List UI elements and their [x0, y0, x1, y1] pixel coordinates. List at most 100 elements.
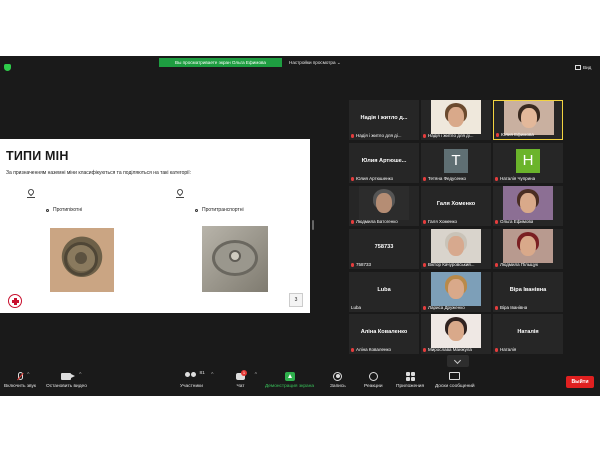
muted-mic-icon: [351, 262, 354, 267]
zoom-window: Вы просматриваете экран Ольга Ефимова На…: [0, 56, 600, 396]
whiteboards-button[interactable]: Доски сообщений: [435, 371, 475, 389]
participant-video: [431, 272, 481, 306]
muted-mic-icon: [17, 372, 23, 380]
participant-label: Надія і житло для ді...: [351, 133, 402, 138]
participant-video: [503, 229, 553, 263]
participant-name: Luba: [377, 287, 391, 293]
muted-mic-icon: [495, 219, 498, 224]
participant-label: Людмила Пільщук: [495, 262, 538, 267]
muted-mic-icon: [351, 347, 354, 352]
pin-base-icon: [27, 196, 35, 198]
participant-tile[interactable]: Галя Хоменко Галя Хоменко: [421, 186, 491, 226]
participant-label: Віктор Качуровський...: [423, 262, 475, 267]
share-screen-label: Демонстрация экрана: [265, 384, 315, 389]
avatar: T: [444, 149, 468, 173]
participant-label-text: Luba: [351, 305, 362, 310]
leave-button[interactable]: Выйти: [566, 376, 594, 388]
participant-tile[interactable]: Надія і житло для ді...: [421, 100, 491, 140]
participant-tile[interactable]: Людмила Батогенко: [349, 186, 419, 226]
participant-label: Мирослава Манжула: [423, 347, 472, 352]
caret-up-icon[interactable]: ^: [27, 372, 29, 378]
camera-icon: [61, 372, 76, 380]
participant-tile[interactable]: Н Наталія Чуприна: [493, 143, 563, 183]
participant-label: Наталія: [495, 347, 516, 352]
caret-up-icon[interactable]: ^: [79, 372, 81, 378]
muted-mic-icon: [351, 219, 354, 224]
avatar: Н: [516, 149, 540, 173]
participant-label: Юлия Ефимова: [496, 132, 534, 137]
participant-label-text: Наталія Чуприна: [500, 176, 536, 181]
muted-mic-icon: [496, 132, 499, 137]
participant-label: Людмила Батогенко: [351, 219, 398, 224]
participants-button[interactable]: 81 ^ Участники: [180, 371, 213, 389]
screen-share-banner: Вы просматриваете экран Ольга Ефимова: [159, 58, 282, 67]
chat-badge: 1: [241, 369, 247, 376]
antipersonnel-mine-photo: [50, 228, 114, 292]
participant-label-text: Аліна Коваленко: [356, 347, 391, 352]
meeting-toolbar: ^ Включить звук ^ Остановить видео 81 ^ У…: [0, 368, 600, 396]
map-pin-icon: [26, 187, 36, 197]
participant-tile[interactable]: Віктор Качуровський...: [421, 229, 491, 269]
participant-tile[interactable]: Юлия Артюше... Юлия Артюшенко: [349, 143, 419, 183]
share-screen-button[interactable]: Демонстрация экрана: [265, 371, 314, 389]
split-divider-handle[interactable]: [312, 220, 314, 230]
reactions-button[interactable]: Реакции: [364, 371, 383, 389]
view-options-menu[interactable]: Настройки просмотра ⌄: [289, 58, 341, 67]
participant-tile[interactable]: Luba Luba: [349, 272, 419, 312]
participant-label: Віра Іванівна: [495, 305, 527, 310]
participant-label: Наталія Чуприна: [495, 176, 535, 181]
muted-mic-icon: [495, 262, 498, 267]
participant-label-text: Надія і житло для ді...: [428, 133, 474, 138]
unmute-button[interactable]: ^ Включить звук: [4, 371, 36, 389]
chat-button[interactable]: 1 ^ Чат: [236, 369, 257, 389]
shared-slide: ТИПИ МІН За призначенням наземні міни кл…: [0, 139, 310, 313]
participant-label: Галя Хоменко: [423, 219, 457, 224]
caret-up-icon[interactable]: ^: [255, 372, 257, 378]
bullet-item-antipersonnel: Протипіхотні: [46, 207, 82, 213]
participant-tile[interactable]: Аліна Коваленко Аліна Коваленко: [349, 314, 419, 354]
participant-name: 758733: [374, 244, 394, 250]
participant-label-text: Надія і житло для ді...: [356, 133, 402, 138]
participant-tile[interactable]: Надія і житло д... Надія і житло для ді.…: [349, 100, 419, 140]
participant-video: [359, 186, 409, 220]
participant-label-text: Ольга Ефимова: [500, 219, 534, 224]
stop-video-button[interactable]: ^ Остановить видео: [46, 371, 87, 389]
participant-video: [431, 100, 481, 134]
bullet-dot-icon: [46, 208, 49, 212]
participant-name: Юлия Артюше...: [361, 158, 407, 164]
apps-button[interactable]: Приложения: [396, 371, 424, 389]
participant-tile[interactable]: Лариса Друженко: [421, 272, 491, 312]
participant-name: Наталія: [517, 329, 539, 335]
caret-up-icon[interactable]: ^: [211, 372, 213, 378]
participant-tile[interactable]: T Тетяна Федусенко: [421, 143, 491, 183]
record-button[interactable]: Запись: [330, 371, 346, 389]
gallery-scroll-down-button[interactable]: [447, 355, 469, 367]
participant-tile[interactable]: Ольга Ефимова: [493, 186, 563, 226]
muted-mic-icon: [423, 262, 426, 267]
participant-tile[interactable]: Віра Іванівна Віра Іванівна: [493, 272, 563, 312]
participant-video: [503, 186, 553, 220]
participant-tile[interactable]: Наталія Наталія: [493, 314, 563, 354]
participant-label: 758733: [351, 262, 371, 267]
participant-label-text: 758733: [356, 262, 372, 267]
slide-page-number: 3: [289, 293, 303, 307]
muted-mic-icon: [423, 176, 426, 181]
participant-label-text: Тетяна Федусенко: [428, 176, 466, 181]
view-button[interactable]: Вид: [575, 63, 591, 72]
participant-tile[interactable]: 758733 758733: [349, 229, 419, 269]
muted-mic-icon: [423, 305, 426, 310]
participants-label: Участники: [180, 384, 203, 389]
muted-mic-icon: [495, 305, 498, 310]
participant-tile[interactable]: Мирослава Манжула: [421, 314, 491, 354]
participant-video: [504, 101, 554, 135]
bullet-dot-icon: [195, 208, 198, 212]
view-options-label: Настройки просмотра: [289, 60, 336, 65]
participant-label-text: Галя Хоменко: [428, 219, 458, 224]
participant-label: Юлия Артюшенко: [351, 176, 393, 181]
participant-tile-active-speaker[interactable]: Юлия Ефимова: [493, 100, 563, 140]
security-shield-icon[interactable]: [4, 64, 11, 71]
participant-label-text: Наталія: [500, 347, 517, 352]
chat-label: Чат: [236, 384, 245, 389]
participant-tile[interactable]: Людмила Пільщук: [493, 229, 563, 269]
participant-name: Надія і житло д...: [360, 115, 408, 121]
